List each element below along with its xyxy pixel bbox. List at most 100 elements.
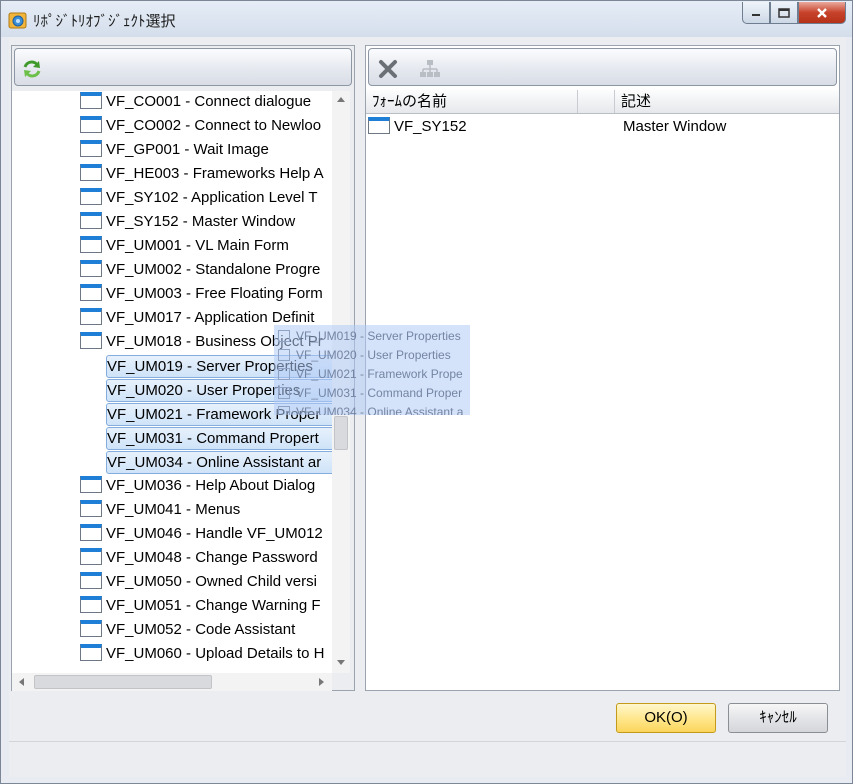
scroll-left-arrow-icon[interactable] xyxy=(18,677,25,687)
tree-item-label: VF_UM052 - Code Assistant xyxy=(106,621,296,639)
delete-x-icon[interactable] xyxy=(377,58,399,80)
column-header-description[interactable]: 記述 xyxy=(615,90,839,113)
form-icon xyxy=(278,367,290,380)
tree-item-label: VF_UM046 - Handle VF_UM012 xyxy=(106,525,323,543)
ok-button[interactable]: OK(O) xyxy=(616,703,716,733)
tree-item[interactable]: VF_CO002 - Connect to Newloo xyxy=(80,115,332,138)
drag-ghost-item: VF_UM021 - Framework Prope xyxy=(278,365,463,384)
drag-ghost-label: VF_UM020 - User Properties xyxy=(296,348,451,362)
drag-ghost-item: VF_UM020 - User Properties xyxy=(278,346,451,365)
drag-ghost-label: VF_UM034 - Online Assistant a xyxy=(296,405,464,415)
tree-item-label: VF_UM001 - VL Main Form xyxy=(106,237,289,255)
tree-item-label: VF_UM020 - User Properties xyxy=(107,382,301,400)
tree-item[interactable]: VF_UM048 - Change Password xyxy=(80,547,332,570)
drag-ghost-label: VF_UM019 - Server Properties xyxy=(296,329,461,343)
minimize-icon xyxy=(752,13,760,16)
hierarchy-icon[interactable] xyxy=(419,58,441,80)
refresh-icon[interactable] xyxy=(21,58,43,80)
form-icon xyxy=(278,329,290,342)
column-header-blank[interactable] xyxy=(578,90,615,113)
window-title: ﾘﾎﾟｼﾞﾄﾘｵﾌﾞｼﾞｪｸﾄ選択 xyxy=(33,13,176,30)
tree-item-label: VF_SY152 - Master Window xyxy=(106,213,296,231)
form-icon xyxy=(278,405,290,415)
drag-ghost-label: VF_UM021 - Framework Prope xyxy=(296,367,463,381)
scroll-right-arrow-icon[interactable] xyxy=(318,677,325,687)
drag-ghost-item: VF_UM034 - Online Assistant a xyxy=(278,403,463,415)
tree-item-label: VF_UM036 - Help About Dialog xyxy=(106,477,316,495)
tree-item-label: VF_SY102 - Application Level T xyxy=(106,189,318,207)
tree-item[interactable]: VF_HE003 - Frameworks Help A xyxy=(80,163,332,186)
tree-item[interactable]: VF_UM031 - Command Propert xyxy=(106,427,332,450)
form-icon xyxy=(80,308,102,326)
tree-item[interactable]: VF_UM050 - Owned Child versi xyxy=(80,571,332,594)
tree-item[interactable]: VF_GP001 - Wait Image xyxy=(80,139,332,162)
list-row[interactable]: VF_SY152 Master Window xyxy=(366,116,839,138)
form-icon xyxy=(80,212,102,230)
tree-item[interactable]: VF_UM036 - Help About Dialog xyxy=(80,475,332,498)
form-icon xyxy=(80,644,102,662)
right-toolbar xyxy=(368,48,837,86)
dialog-client-area: VF_CO001 - Connect dialogue VF_CO002 - Co… xyxy=(9,37,846,777)
form-icon xyxy=(278,348,290,361)
form-icon xyxy=(80,140,102,158)
minimize-button[interactable] xyxy=(742,2,770,24)
form-icon xyxy=(80,236,102,254)
form-icon xyxy=(80,548,102,566)
tree-item[interactable]: VF_UM002 - Standalone Progre xyxy=(80,259,332,282)
list-row-description: Master Window xyxy=(623,118,727,135)
vertical-scroll-thumb[interactable] xyxy=(334,416,348,450)
maximize-button[interactable] xyxy=(770,2,798,24)
form-icon xyxy=(80,500,102,518)
form-icon xyxy=(80,476,102,494)
list-cell-name: VF_SY152 xyxy=(368,116,467,138)
tree-item-label: VF_CO002 - Connect to Newloo xyxy=(106,117,322,135)
tree-item-label: VF_UM003 - Free Floating Form xyxy=(106,285,323,303)
drag-ghost-label: VF_UM031 - Command Proper xyxy=(296,386,463,400)
close-button[interactable] xyxy=(798,2,846,24)
list-header: ﾌｫｰﾑの名前 記述 xyxy=(366,90,839,114)
tree-item-label: VF_UM051 - Change Warning F xyxy=(106,597,321,615)
scroll-up-arrow-icon[interactable] xyxy=(336,96,346,103)
form-icon xyxy=(80,164,102,182)
tree-item[interactable]: VF_UM052 - Code Assistant xyxy=(80,619,332,642)
tree-item-label: VF_UM048 - Change Password xyxy=(106,549,318,567)
title-bar[interactable]: ﾘﾎﾟｼﾞﾄﾘｵﾌﾞｼﾞｪｸﾄ選択 xyxy=(1,1,852,37)
tree-item[interactable]: VF_UM001 - VL Main Form xyxy=(80,235,332,258)
tree-item[interactable]: VF_SY152 - Master Window xyxy=(80,211,332,234)
form-icon xyxy=(80,332,102,350)
tree-item[interactable]: VF_SY102 - Application Level T xyxy=(80,187,332,210)
bottom-divider xyxy=(9,741,846,742)
tree-item[interactable]: VF_UM046 - Handle VF_UM012 xyxy=(80,523,332,546)
tree-item[interactable]: VF_UM041 - Menus xyxy=(80,499,332,522)
tree-item[interactable]: VF_UM051 - Change Warning F xyxy=(80,595,332,618)
tree-item[interactable]: VF_UM034 - Online Assistant ar xyxy=(106,451,332,474)
tree-item[interactable]: VF_UM060 - Upload Details to H xyxy=(80,643,332,666)
scroll-down-arrow-icon[interactable] xyxy=(336,659,346,666)
tree-item-label: VF_UM017 - Application Definit xyxy=(106,309,315,327)
horizontal-scroll-thumb[interactable] xyxy=(34,675,212,689)
caption-buttons xyxy=(742,2,846,24)
tree-item-label: VF_GP001 - Wait Image xyxy=(106,141,269,159)
form-icon xyxy=(368,117,390,135)
form-icon xyxy=(80,620,102,638)
form-icon xyxy=(80,188,102,206)
tree-horizontal-scrollbar[interactable] xyxy=(12,673,332,691)
form-icon xyxy=(80,284,102,302)
tree-item-label: VF_UM050 - Owned Child versi xyxy=(106,573,317,591)
form-icon xyxy=(278,386,290,399)
dialog-window: ﾘﾎﾟｼﾞﾄﾘｵﾌﾞｼﾞｪｸﾄ選択 VF_CO001 - Connect dia… xyxy=(0,0,853,784)
drag-ghost: VF_UM019 - Server Properties VF_UM020 - U… xyxy=(274,325,470,415)
tree-item-label: VF_UM060 - Upload Details to H xyxy=(106,645,325,663)
tree-item[interactable]: VF_UM003 - Free Floating Form xyxy=(80,283,332,306)
form-icon xyxy=(80,116,102,134)
tree-item[interactable]: VF_CO001 - Connect dialogue xyxy=(80,91,332,114)
maximize-icon xyxy=(778,7,790,18)
column-header-form-name[interactable]: ﾌｫｰﾑの名前 xyxy=(366,90,578,113)
form-icon xyxy=(80,92,102,110)
tree-item-label: VF_UM034 - Online Assistant ar xyxy=(107,454,322,472)
tree-item-label: VF_UM041 - Menus xyxy=(106,501,241,519)
drag-ghost-item: VF_UM031 - Command Proper xyxy=(278,384,462,403)
form-icon xyxy=(80,260,102,278)
tree-item-label: VF_HE003 - Frameworks Help A xyxy=(106,165,324,183)
cancel-button[interactable]: ｷｬﾝｾﾙ xyxy=(728,703,828,733)
